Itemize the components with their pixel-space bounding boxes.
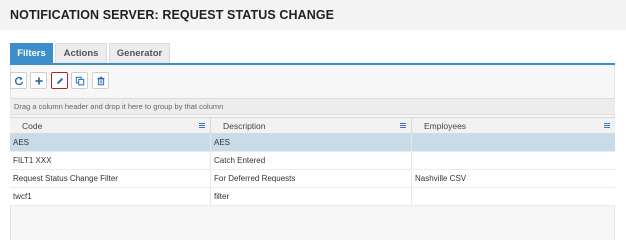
cell-description: filter [211, 188, 412, 205]
cell-code: twcf1 [10, 188, 211, 205]
column-header-employees[interactable]: Employees [412, 118, 615, 134]
tab-generator[interactable]: Generator [109, 43, 170, 63]
copy-icon [75, 76, 84, 85]
trash-icon [97, 76, 104, 85]
cell-description: Catch Entered [211, 152, 412, 169]
grid-header: Code Description Employees [10, 117, 615, 134]
filters-grid: Code Description Employees AES AES FILT1… [10, 117, 615, 206]
group-by-drop-zone[interactable]: Drag a column header and drop it here to… [10, 98, 615, 115]
table-row[interactable]: FILT1 XXX Catch Entered [10, 152, 615, 170]
delete-button[interactable] [92, 72, 109, 89]
cell-description: For Deferred Requests [211, 170, 412, 187]
add-button[interactable] [30, 72, 47, 89]
column-menu-icon[interactable] [604, 123, 610, 128]
pencil-icon [56, 77, 63, 84]
cell-description: AES [211, 134, 412, 151]
cell-employees: Nashville CSV [415, 174, 467, 183]
column-menu-icon[interactable] [400, 123, 406, 128]
table-row[interactable]: AES AES [10, 134, 615, 152]
cell-code: Request Status Change Filter [10, 170, 211, 187]
tab-actions[interactable]: Actions [55, 43, 107, 63]
page-title: NOTIFICATION SERVER: REQUEST STATUS CHAN… [10, 8, 335, 22]
column-header-label: Code [22, 121, 43, 131]
cell-employees [412, 188, 615, 205]
edit-button[interactable] [51, 72, 68, 89]
copy-button[interactable] [71, 72, 88, 89]
cell-code: FILT1 XXX [10, 152, 211, 169]
table-row[interactable]: twcf1 filter [10, 188, 615, 206]
refresh-icon [14, 76, 23, 85]
cell-employees [412, 152, 615, 169]
column-header-code[interactable]: Code [10, 118, 211, 134]
tab-strip: Filters Actions Generator [10, 43, 615, 65]
cell-employees [412, 134, 615, 151]
plus-icon [35, 77, 42, 84]
tab-filters[interactable]: Filters [10, 43, 53, 63]
cell-code: AES [10, 134, 211, 151]
column-header-label: Description [223, 121, 266, 131]
column-header-description[interactable]: Description [211, 118, 412, 134]
table-row[interactable]: Request Status Change Filter For Deferre… [10, 170, 615, 188]
column-menu-icon[interactable] [199, 123, 205, 128]
refresh-button[interactable] [10, 72, 27, 89]
column-header-label: Employees [424, 121, 467, 131]
